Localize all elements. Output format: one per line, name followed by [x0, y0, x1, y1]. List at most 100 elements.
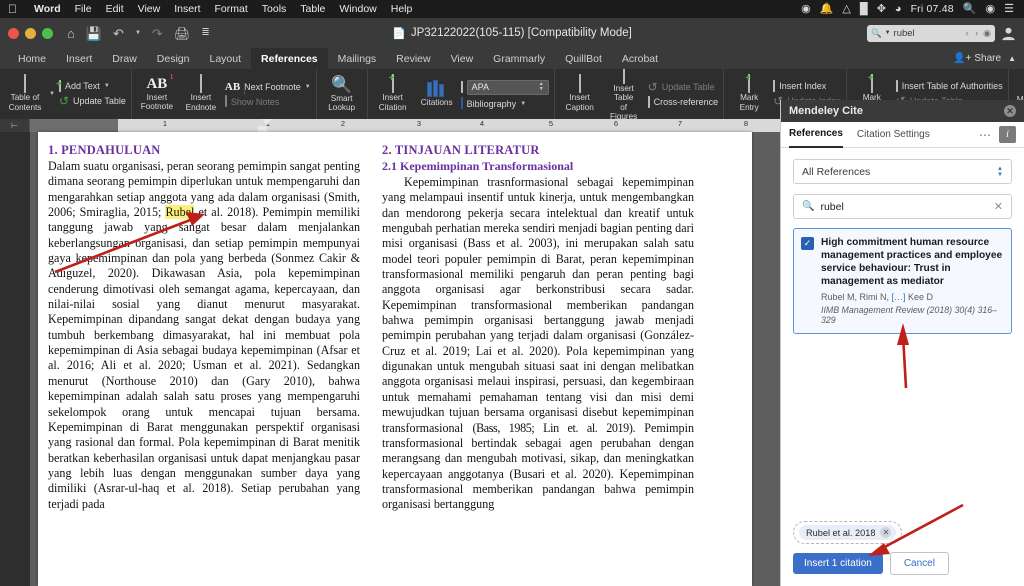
insert-citation-action-button[interactable]: Insert 1 citation	[793, 553, 883, 574]
info-icon[interactable]: i	[999, 126, 1016, 143]
tab-draw[interactable]: Draw	[102, 48, 147, 69]
mendeley-panel-tabs: References Citation Settings ⋯ i	[781, 122, 1024, 148]
maximize-window-button[interactable]	[42, 28, 53, 39]
chevron-updown-icon[interactable]: ▲▼	[539, 82, 544, 92]
minimize-window-button[interactable]	[25, 28, 36, 39]
tab-acrobat[interactable]: Acrobat	[612, 48, 668, 69]
add-text-button[interactable]: + Add Text ▼	[59, 81, 126, 91]
more-options-icon[interactable]: ⋯	[979, 129, 992, 141]
insert-citation-button[interactable]: + Insert Citation	[373, 75, 413, 112]
clear-icon[interactable]: ◉	[983, 28, 991, 39]
spotlight-search-icon[interactable]: 🔍	[963, 4, 977, 15]
print-icon[interactable]: 🖨	[174, 27, 191, 40]
cross-reference-button[interactable]: Cross-reference	[648, 97, 719, 107]
insert-index-button[interactable]: Insert Index	[773, 81, 841, 91]
tab-review[interactable]: Review	[386, 48, 440, 69]
menu-item-tools[interactable]: Tools	[255, 3, 294, 15]
chevron-updown-icon[interactable]: ▲▼	[997, 166, 1003, 178]
share-button[interactable]: 👤+ Share	[953, 53, 1001, 64]
citations-label: Citations	[421, 98, 453, 107]
tab-insert[interactable]: Insert	[56, 48, 102, 69]
menu-item-help[interactable]: Help	[384, 3, 420, 15]
highlighted-citation-text[interactable]: Rubel	[165, 205, 194, 219]
redo-icon[interactable]: ↷	[152, 27, 163, 40]
next-footnote-button[interactable]: AB↓ Next Footnote ▼	[225, 82, 311, 93]
apple-icon[interactable]: 	[8, 3, 17, 15]
menubar-clock[interactable]: Fri 07.48	[911, 3, 954, 15]
bibliography-button[interactable]: Bibliography ▼	[461, 99, 549, 109]
home-icon[interactable]: ⌂	[67, 27, 75, 40]
tab-grammarly[interactable]: Grammarly	[483, 48, 555, 69]
menu-item-format[interactable]: Format	[208, 3, 255, 15]
show-notes-button[interactable]: Show Notes	[225, 97, 311, 107]
reference-authors-etal[interactable]: […]	[892, 292, 906, 302]
tab-view[interactable]: View	[441, 48, 484, 69]
tab-design[interactable]: Design	[147, 48, 200, 69]
wifi-icon[interactable]: ◕	[895, 4, 902, 15]
bibliography-caret-icon[interactable]: ▼	[520, 101, 526, 107]
save-icon[interactable]: 💾	[86, 27, 102, 40]
document-search-box[interactable]: 🔍 ▼ rubel ‹ › ◉	[867, 25, 995, 42]
citations-button[interactable]: Citations	[417, 79, 457, 108]
mark-entry-button[interactable]: + Mark Entry	[729, 75, 769, 112]
mark-entry-icon: +	[748, 76, 750, 92]
tab-stop-icon[interactable]: ⊢	[0, 119, 30, 132]
tab-references-mendeley[interactable]: References	[789, 122, 843, 148]
grammarly-icon[interactable]: ◉	[801, 4, 811, 15]
reference-result-card[interactable]: ✓ High commitment human resource managem…	[793, 228, 1012, 334]
battery-monitor-icon[interactable]: █	[860, 4, 868, 15]
menu-item-edit[interactable]: Edit	[99, 3, 131, 15]
menu-item-word[interactable]: Word	[27, 3, 68, 15]
insert-table-of-authorities-button[interactable]: Insert Table of Authorities	[896, 81, 1003, 91]
mountain-icon[interactable]: △	[842, 4, 850, 15]
remove-chip-icon[interactable]: ✕	[880, 527, 891, 538]
close-window-button[interactable]	[8, 28, 19, 39]
collection-select[interactable]: All References ▲▼	[793, 159, 1012, 184]
citation-style-select[interactable]: APA ▲▼	[467, 80, 549, 95]
first-line-indent-marker[interactable]	[262, 119, 272, 125]
menu-item-view[interactable]: View	[131, 3, 168, 15]
smart-lookup-button[interactable]: 🔍 Smart Lookup	[322, 75, 362, 113]
section-heading-pendahuluan: 1. PENDAHULUAN	[48, 143, 360, 158]
search-input[interactable]: rubel	[894, 28, 963, 39]
bluetooth-icon[interactable]: ✥	[877, 4, 886, 15]
table-of-contents-button[interactable]: Table of Contents	[5, 75, 45, 112]
menu-item-window[interactable]: Window	[332, 3, 383, 15]
undo-icon[interactable]: ↶	[113, 27, 124, 40]
notification-bell-icon[interactable]: 🔔	[820, 4, 834, 15]
next-footnote-caret-icon[interactable]: ▼	[305, 84, 311, 90]
update-table-captions-button[interactable]: ↺ Update Table	[648, 81, 719, 93]
menu-item-insert[interactable]: Insert	[167, 3, 207, 15]
menu-item-table[interactable]: Table	[293, 3, 332, 15]
tab-citation-settings[interactable]: Citation Settings	[857, 122, 930, 148]
close-icon[interactable]: ✕	[1004, 105, 1016, 117]
tab-layout[interactable]: Layout	[199, 48, 251, 69]
account-avatar-icon[interactable]	[1001, 26, 1016, 41]
cancel-button[interactable]: Cancel	[890, 552, 949, 575]
mendeley-search-field[interactable]: 🔍 rubel ✕	[793, 194, 1012, 219]
insert-footnote-button[interactable]: AB1 Insert Footnote	[137, 76, 177, 112]
tab-mailings[interactable]: Mailings	[328, 48, 387, 69]
toc-caret-icon[interactable]: ▼	[49, 91, 55, 97]
mendeley-search-input[interactable]: rubel	[820, 201, 987, 213]
insert-caption-button[interactable]: Insert Caption	[560, 75, 600, 112]
tab-quillbot[interactable]: QuillBot	[555, 48, 612, 69]
update-table-button[interactable]: ↺ Update Table	[59, 95, 126, 107]
insert-table-of-figures-button[interactable]: Insert Table of Figures	[604, 69, 644, 119]
add-text-caret-icon[interactable]: ▼	[104, 83, 110, 89]
reference-checkbox[interactable]: ✓	[801, 237, 814, 250]
tab-references[interactable]: References	[251, 48, 328, 69]
selected-citation-chip[interactable]: Rubel et al. 2018 ✕	[799, 525, 896, 540]
siri-icon[interactable]: ◉	[986, 4, 996, 15]
insert-endnote-button[interactable]: Insert Endnote	[181, 75, 221, 112]
menu-item-file[interactable]: File	[68, 3, 99, 15]
chevron-up-icon[interactable]: ▲	[1008, 54, 1016, 63]
clear-icon[interactable]: ✕	[994, 200, 1003, 213]
search-prev-next-buttons[interactable]: ‹ ›	[966, 28, 981, 38]
control-center-icon[interactable]: ☰	[1004, 4, 1014, 15]
document-page[interactable]: 1. PENDAHULUAN Dalam suatu organisasi, p…	[38, 132, 752, 586]
customize-icon[interactable]: ≣	[201, 28, 209, 38]
undo-dropdown-caret-icon[interactable]: ▼	[135, 30, 141, 36]
tab-home[interactable]: Home	[8, 48, 56, 69]
search-dropdown-caret-icon[interactable]: ▼	[885, 30, 891, 36]
